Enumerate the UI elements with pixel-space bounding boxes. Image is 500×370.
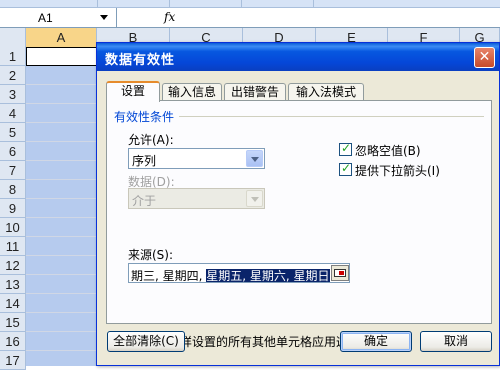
group-divider bbox=[179, 116, 484, 117]
source-label: 来源(S): bbox=[128, 248, 174, 262]
name-box-value: A1 bbox=[38, 11, 53, 25]
row-header[interactable]: 15 bbox=[0, 313, 26, 332]
close-icon: ✕ bbox=[478, 49, 491, 65]
dialog-title: 数据有效性 bbox=[105, 53, 176, 68]
settings-panel: 有效性条件 允许(A): 序列 数据(D): 介于 来源(S): 期三, 星期四… bbox=[106, 100, 492, 349]
row-header[interactable]: 13 bbox=[0, 275, 26, 294]
row-header[interactable]: 1 bbox=[0, 47, 26, 66]
row-header[interactable]: 4 bbox=[0, 104, 26, 123]
source-input[interactable]: 期三, 星期四, 星期五, 星期六, 星期日 bbox=[128, 263, 350, 283]
row-header[interactable]: 14 bbox=[0, 294, 26, 313]
row-header[interactable]: 16 bbox=[0, 332, 26, 351]
row-header[interactable]: 9 bbox=[0, 199, 26, 218]
data-select-value: 介于 bbox=[132, 194, 157, 208]
allow-label: 允许(A): bbox=[128, 133, 174, 147]
name-box[interactable]: A1 bbox=[0, 8, 117, 27]
group-title: 有效性条件 bbox=[114, 110, 175, 124]
check-icon: ✓ bbox=[341, 161, 352, 175]
ignore-blank-label[interactable]: 忽略空值(B) bbox=[355, 142, 421, 159]
check-icon: ✓ bbox=[341, 141, 352, 155]
collapse-dialog-button[interactable] bbox=[331, 265, 349, 281]
data-validation-dialog: 数据有效性 ✕ 设置 输入信息 出错警告 输入法模式 有效性条件 允许(A): … bbox=[96, 42, 500, 366]
clear-all-button[interactable]: 全部清除(C) bbox=[107, 331, 185, 352]
active-cell-a1[interactable] bbox=[26, 47, 97, 66]
chevron-down-icon[interactable] bbox=[246, 150, 263, 167]
range-select-icon-mark bbox=[339, 271, 344, 275]
function-icon[interactable]: fx bbox=[164, 10, 175, 24]
allow-select-value: 序列 bbox=[132, 154, 157, 168]
data-select: 介于 bbox=[128, 188, 265, 209]
row-header[interactable]: 5 bbox=[0, 123, 26, 142]
close-button[interactable]: ✕ bbox=[474, 47, 495, 68]
column-header-a[interactable]: A bbox=[26, 28, 97, 47]
tab-settings[interactable]: 设置 bbox=[106, 81, 160, 102]
allow-select[interactable]: 序列 bbox=[128, 148, 265, 169]
source-text: 期三, 星期四, bbox=[131, 269, 207, 283]
row-header[interactable]: 17 bbox=[0, 351, 26, 370]
row-header[interactable]: 6 bbox=[0, 142, 26, 161]
dialog-titlebar[interactable]: 数据有效性 ✕ bbox=[97, 43, 499, 71]
tab-error-alert[interactable]: 出错警告 bbox=[224, 83, 286, 101]
row-header[interactable]: 7 bbox=[0, 161, 26, 180]
name-box-dropdown-icon[interactable] bbox=[100, 15, 108, 20]
chevron-down-icon bbox=[246, 190, 263, 207]
tab-ime-mode[interactable]: 输入法模式 bbox=[288, 83, 364, 101]
cancel-button[interactable]: 取消 bbox=[420, 331, 492, 352]
source-selected-text: 星期五, 星期六, 星期日 bbox=[206, 269, 330, 283]
row-header[interactable]: 8 bbox=[0, 180, 26, 199]
selected-column-a[interactable] bbox=[26, 47, 97, 366]
row-header[interactable]: 12 bbox=[0, 256, 26, 275]
row-header[interactable]: 2 bbox=[0, 66, 26, 85]
ribbon-edge bbox=[0, 0, 500, 8]
ignore-blank-checkbox[interactable]: ✓ bbox=[339, 141, 352, 156]
row-header[interactable]: 3 bbox=[0, 85, 26, 104]
dropdown-arrow-label[interactable]: 提供下拉箭头(I) bbox=[355, 162, 440, 179]
tab-input-message[interactable]: 输入信息 bbox=[162, 83, 222, 101]
ok-button[interactable]: 确定 bbox=[340, 331, 412, 352]
dropdown-arrow-checkbox[interactable]: ✓ bbox=[339, 161, 352, 176]
row-header[interactable]: 10 bbox=[0, 218, 26, 237]
formula-bar: A1 fx bbox=[0, 8, 500, 28]
row-header[interactable]: 11 bbox=[0, 237, 26, 256]
select-all-corner[interactable] bbox=[0, 28, 26, 47]
